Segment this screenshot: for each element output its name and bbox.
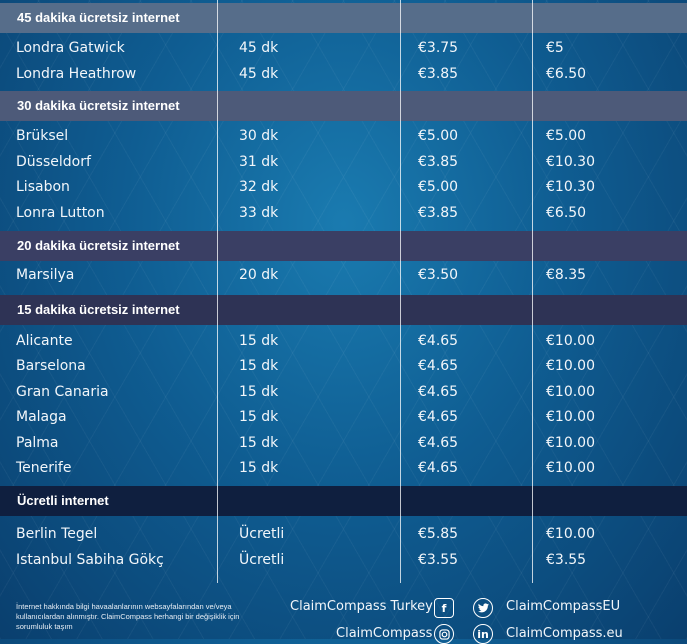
free-duration: 15 dk (239, 358, 279, 374)
free-duration: 20 dk (239, 267, 279, 283)
free-duration: 31 dk (239, 154, 279, 170)
airport-name: Tenerife (16, 460, 72, 476)
price-day: €5 (546, 40, 564, 56)
price-day: €10.00 (546, 409, 595, 425)
table-row: Lisabon 32 dk €5.00 €10.30 (0, 175, 687, 200)
price-day: €6.50 (546, 66, 587, 82)
free-duration: 15 dk (239, 333, 279, 349)
instagram-icon[interactable] (434, 624, 454, 644)
airport-name: Marsilya (16, 267, 75, 283)
table-row: Düsseldorf 31 dk €3.85 €10.30 (0, 150, 687, 175)
price-hour: €5.00 (418, 128, 459, 144)
price-hour: €5.85 (418, 526, 459, 542)
airport-name: Alicante (16, 333, 73, 349)
price-day: €10.00 (546, 435, 595, 451)
price-hour: €3.85 (418, 205, 459, 221)
free-duration: 15 dk (239, 460, 279, 476)
airport-name: Lisabon (16, 179, 70, 195)
free-duration: Ücretli (239, 526, 285, 542)
column-divider (400, 0, 401, 583)
price-hour: €3.85 (418, 66, 459, 82)
table-row: Istanbul Sabiha Gökç Ücretli €3.55 €3.55 (0, 548, 687, 573)
free-duration: 15 dk (239, 384, 279, 400)
airport-name: Istanbul Sabiha Gökç (16, 552, 164, 568)
airport-name: Brüksel (16, 128, 69, 144)
price-day: €10.00 (546, 384, 595, 400)
section-header: 15 dakika ücretsiz internet (0, 295, 687, 325)
airport-name: Londra Gatwick (16, 40, 125, 56)
price-day: €8.35 (546, 267, 587, 283)
facebook-icon[interactable]: f (434, 598, 454, 618)
free-duration: 45 dk (239, 40, 279, 56)
disclaimer-text: İnternet hakkında bilgi havaalanlarının … (16, 602, 240, 631)
table-row: Gran Canaria 15 dk €4.65 €10.00 (0, 380, 687, 405)
price-day: €10.00 (546, 526, 595, 542)
free-duration: Ücretli (239, 552, 285, 568)
price-day: €10.00 (546, 460, 595, 476)
price-hour: €3.50 (418, 267, 459, 283)
table-row: Barselona 15 dk €4.65 €10.00 (0, 354, 687, 379)
table-row: Tenerife 15 dk €4.65 €10.00 (0, 456, 687, 481)
section-header: 45 dakika ücretsiz internet (0, 3, 687, 33)
price-day: €6.50 (546, 205, 587, 221)
table-row: Londra Gatwick 45 dk €3.75 €5 (0, 36, 687, 61)
table-row: Palma 15 dk €4.65 €10.00 (0, 431, 687, 456)
table-row: Alicante 15 dk €4.65 €10.00 (0, 329, 687, 354)
airport-name: Malaga (16, 409, 67, 425)
price-day: €5.00 (546, 128, 587, 144)
price-hour: €3.75 (418, 40, 459, 56)
price-hour: €4.65 (418, 460, 459, 476)
price-hour: €4.65 (418, 384, 459, 400)
price-hour: €3.85 (418, 154, 459, 170)
price-hour: €3.55 (418, 552, 459, 568)
table-row: Malaga 15 dk €4.65 €10.00 (0, 405, 687, 430)
twitter-link[interactable]: ClaimCompassEU (506, 599, 620, 614)
column-divider (532, 0, 533, 583)
free-duration: 30 dk (239, 128, 279, 144)
table-row: Brüksel 30 dk €5.00 €5.00 (0, 124, 687, 149)
airport-name: Düsseldorf (16, 154, 91, 170)
price-hour: €4.65 (418, 435, 459, 451)
price-day: €10.30 (546, 179, 595, 195)
price-hour: €4.65 (418, 358, 459, 374)
airport-name: Lonra Lutton (16, 205, 105, 221)
table-row: Berlin Tegel Ücretli €5.85 €10.00 (0, 522, 687, 547)
footer: İnternet hakkında bilgi havaalanlarının … (0, 590, 687, 644)
price-day: €3.55 (546, 552, 587, 568)
price-hour: €4.65 (418, 409, 459, 425)
free-duration: 32 dk (239, 179, 279, 195)
table-row: Londra Heathrow 45 dk €3.85 €6.50 (0, 62, 687, 87)
twitter-icon[interactable] (473, 598, 493, 618)
airport-name: Barselona (16, 358, 86, 374)
table-row: Marsilya 20 dk €3.50 €8.35 (0, 263, 687, 288)
price-day: €10.00 (546, 333, 595, 349)
price-hour: €5.00 (418, 179, 459, 195)
price-day: €10.00 (546, 358, 595, 374)
airport-name: Gran Canaria (16, 384, 109, 400)
section-header: Ücretli internet (0, 486, 687, 516)
airport-name: Londra Heathrow (16, 66, 137, 82)
section-header: 30 dakika ücretsiz internet (0, 91, 687, 121)
free-duration: 45 dk (239, 66, 279, 82)
price-hour: €4.65 (418, 333, 459, 349)
free-duration: 15 dk (239, 409, 279, 425)
airport-name: Berlin Tegel (16, 526, 98, 542)
table-row: Lonra Lutton 33 dk €3.85 €6.50 (0, 201, 687, 226)
free-duration: 33 dk (239, 205, 279, 221)
price-day: €10.30 (546, 154, 595, 170)
section-header: 20 dakika ücretsiz internet (0, 231, 687, 261)
column-divider (217, 0, 218, 583)
free-duration: 15 dk (239, 435, 279, 451)
airport-name: Palma (16, 435, 59, 451)
facebook-link[interactable]: ClaimCompass Turkey (290, 599, 433, 614)
linkedin-icon[interactable]: in (473, 624, 493, 644)
